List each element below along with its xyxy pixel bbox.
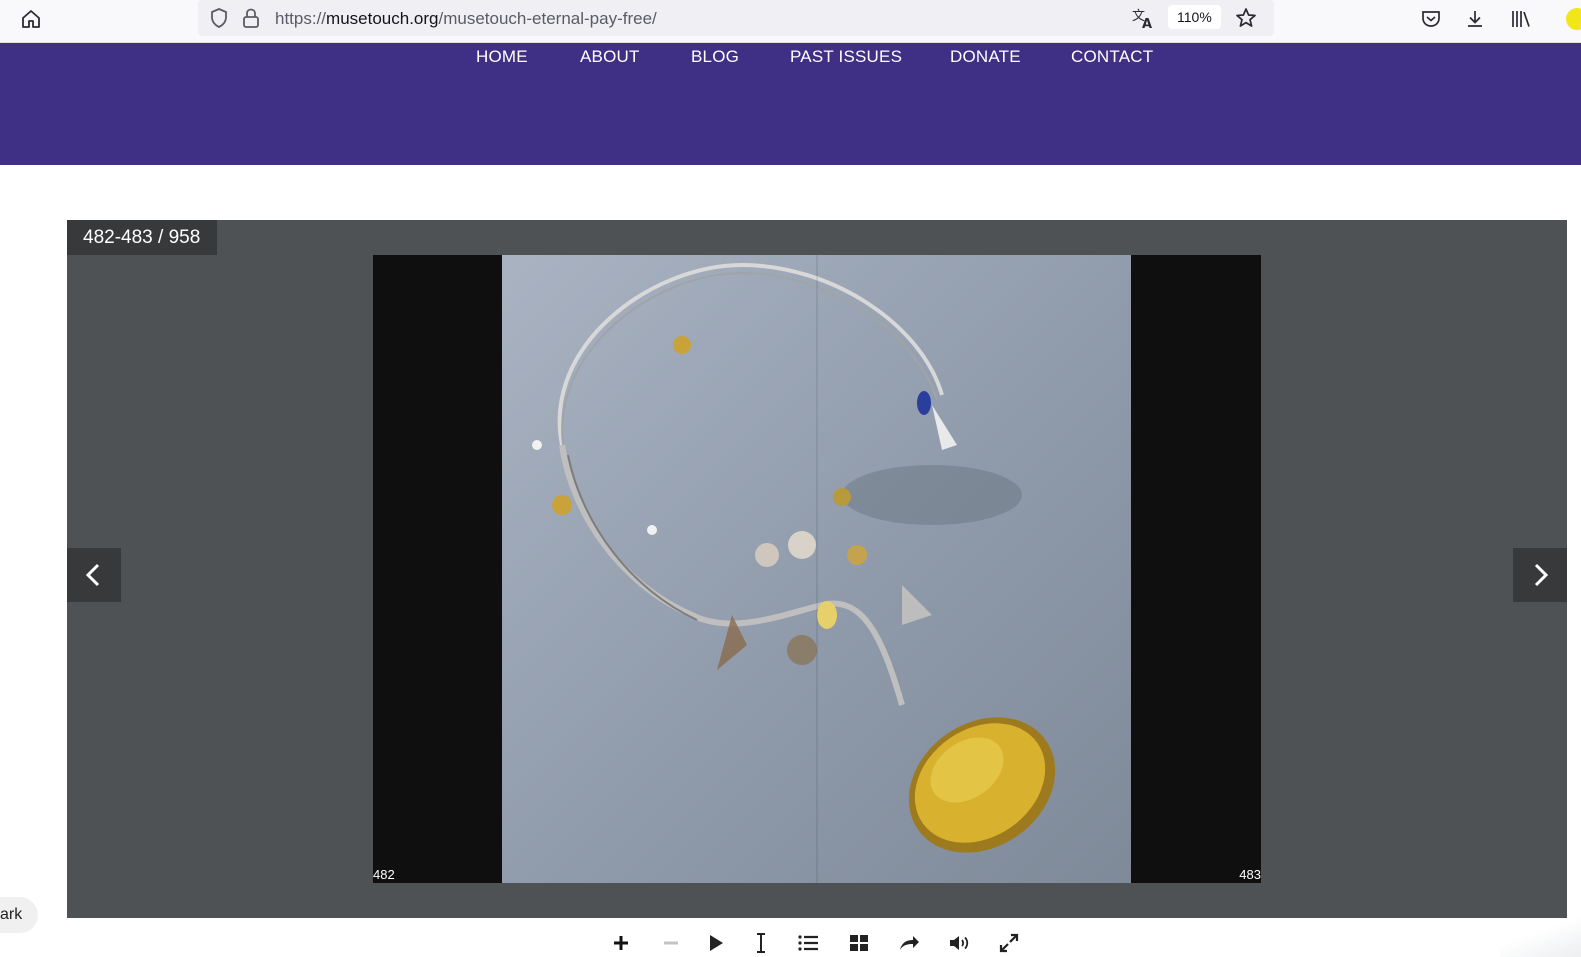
nav-contact[interactable]: CONTACT <box>1071 47 1153 67</box>
zoom-level[interactable]: 110% <box>1168 5 1221 29</box>
svg-text:A: A <box>1142 17 1152 30</box>
text-select-icon <box>757 933 765 953</box>
page-corner[interactable] <box>1500 918 1581 957</box>
downloads-button[interactable] <box>1462 6 1488 32</box>
nav-past-issues[interactable]: PAST ISSUES <box>790 47 902 67</box>
zoom-out-button[interactable] <box>658 930 684 956</box>
url-path: /musetouch-eternal-pay-free/ <box>438 9 657 28</box>
nav-blog[interactable]: BLOG <box>691 47 739 67</box>
url-text[interactable]: https://musetouch.org/musetouch-eternal-… <box>275 9 657 29</box>
star-icon[interactable] <box>1234 6 1258 30</box>
pocket-button[interactable] <box>1418 6 1444 32</box>
browser-toolbar: https://musetouch.org/musetouch-eternal-… <box>0 0 1581 43</box>
chevron-right-icon <box>1534 563 1549 587</box>
thumbnails-icon <box>850 935 868 951</box>
fullscreen-icon <box>999 933 1019 953</box>
url-host: musetouch.org <box>326 9 439 28</box>
page-fold <box>816 255 818 883</box>
table-of-contents-icon <box>798 935 818 951</box>
download-icon <box>1468 11 1482 27</box>
share-icon <box>900 936 919 950</box>
zoom-in-icon <box>614 936 628 950</box>
sound-button[interactable] <box>946 930 972 956</box>
page-spread[interactable]: 482 483 <box>373 255 1261 883</box>
sound-icon <box>950 936 969 950</box>
address-bar[interactable]: https://musetouch.org/musetouch-eternal-… <box>198 0 1274 36</box>
bookmark-tab[interactable]: ark <box>0 897 38 933</box>
text-select-button[interactable] <box>748 930 774 956</box>
previous-page-button[interactable] <box>67 548 121 602</box>
shield-icon[interactable] <box>208 7 230 29</box>
share-button[interactable] <box>896 930 922 956</box>
zoom-out-icon <box>664 941 678 945</box>
right-page-number: 483 <box>1239 867 1261 882</box>
lock-icon[interactable] <box>241 7 261 29</box>
main-nav: HOME ABOUT BLOG PAST ISSUES DONATE CONTA… <box>0 47 1581 69</box>
url-scheme: https:// <box>275 9 327 28</box>
pocket-icon <box>1422 11 1440 27</box>
translate-icon[interactable]: 文A <box>1131 6 1155 30</box>
zoom-in-button[interactable] <box>608 930 634 956</box>
extension-icon[interactable] <box>1566 8 1581 30</box>
play-icon <box>710 935 723 951</box>
left-page-number: 482 <box>373 867 395 882</box>
nav-about[interactable]: ABOUT <box>580 47 640 67</box>
library-button[interactable] <box>1508 6 1534 32</box>
chevron-left-icon <box>85 563 100 587</box>
library-icon <box>1512 11 1530 27</box>
home-button[interactable] <box>18 6 44 32</box>
nav-donate[interactable]: DONATE <box>950 47 1021 67</box>
autoplay-button[interactable] <box>703 930 729 956</box>
next-page-button[interactable] <box>1513 548 1567 602</box>
fullscreen-button[interactable] <box>996 930 1022 956</box>
flipbook-controls <box>0 930 1581 957</box>
table-of-contents-button[interactable] <box>795 930 821 956</box>
thumbnails-button[interactable] <box>846 930 872 956</box>
nav-home[interactable]: HOME <box>476 47 528 67</box>
home-icon <box>22 10 40 28</box>
page-counter: 482-483 / 958 <box>67 220 217 255</box>
